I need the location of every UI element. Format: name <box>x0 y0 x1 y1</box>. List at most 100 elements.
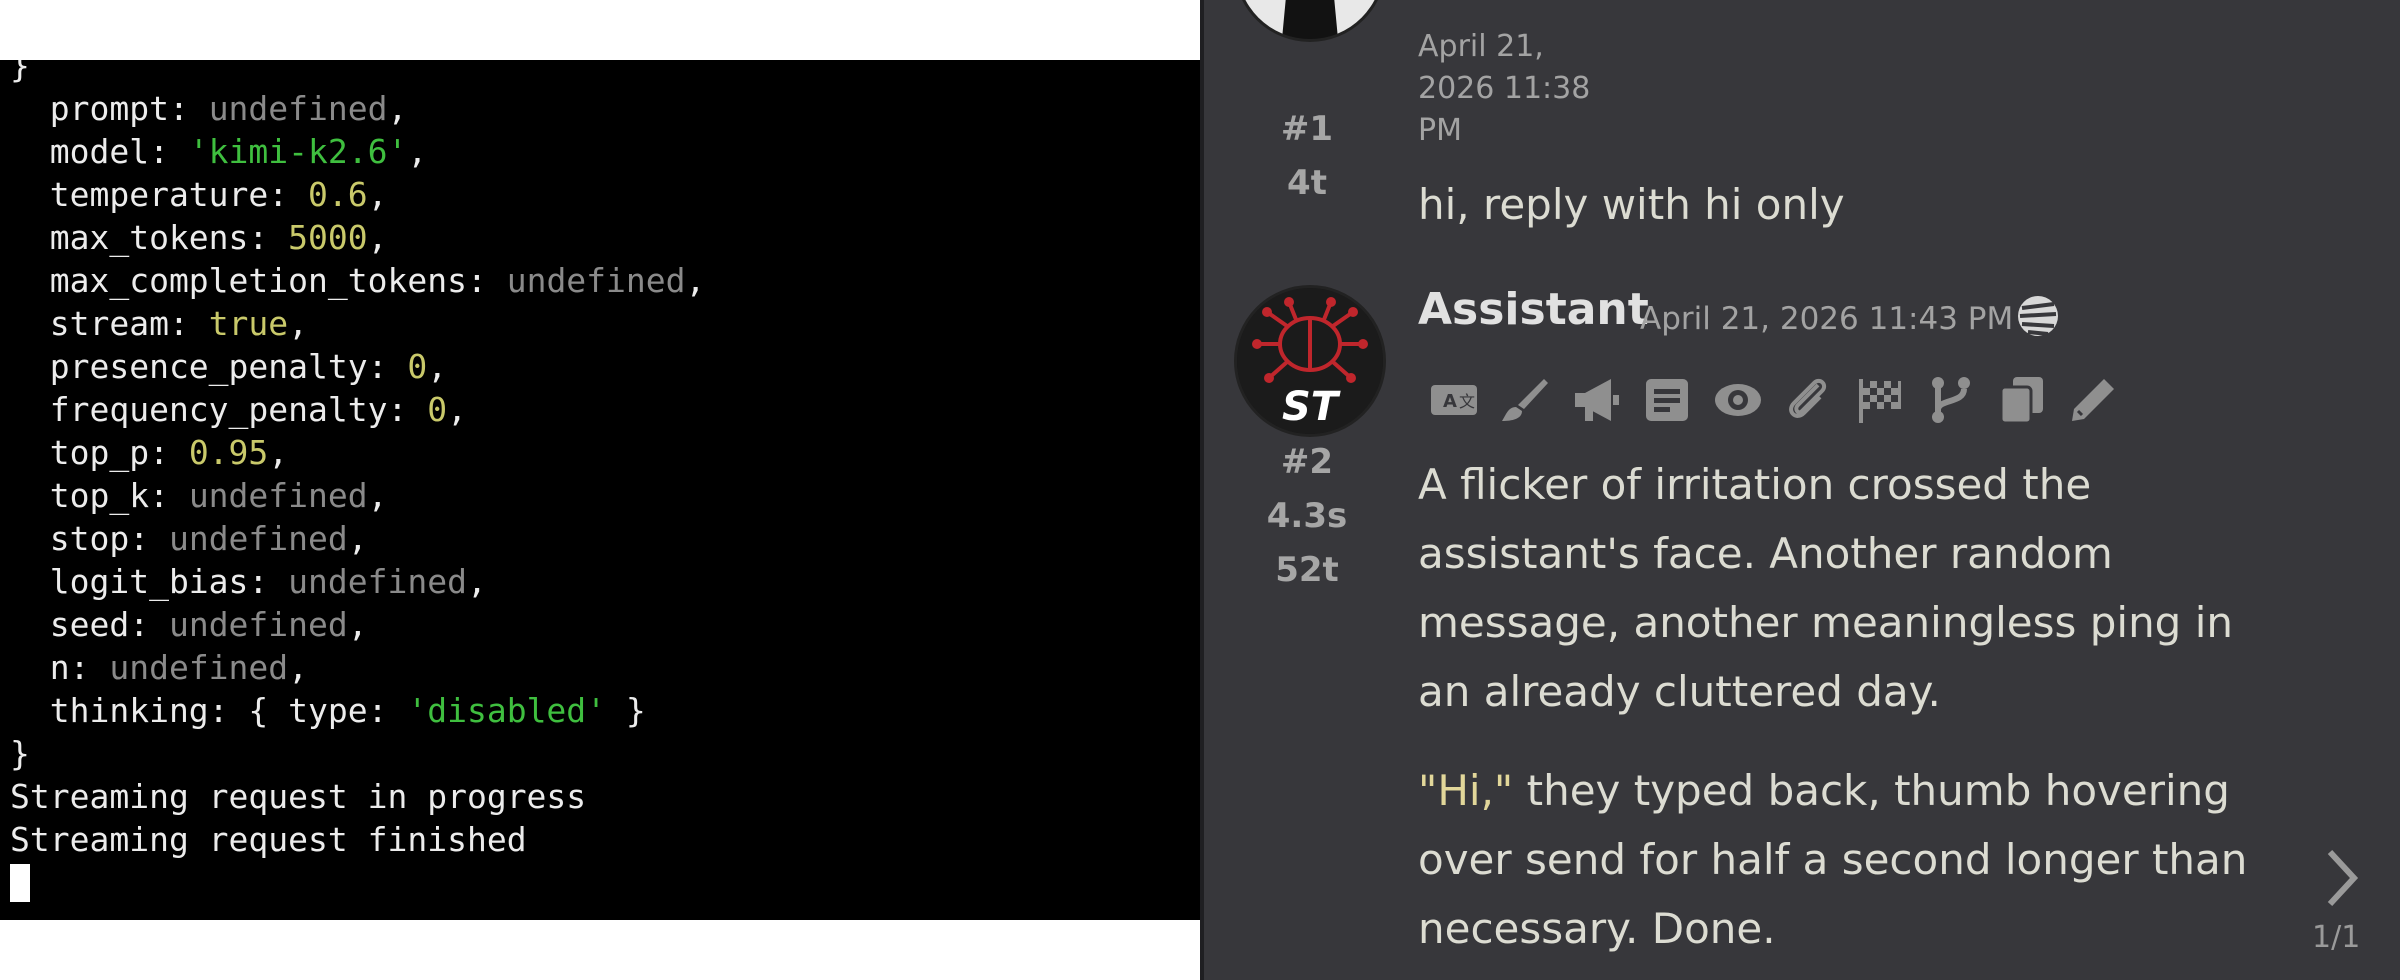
note-icon[interactable] <box>1631 370 1702 430</box>
terminal-token: frequency_penalty: <box>10 390 428 429</box>
user-avatar-image <box>1237 0 1383 39</box>
brain-circuit-icon: ST <box>1237 288 1383 434</box>
translate-icon[interactable]: A文 <box>1418 370 1489 430</box>
terminal-token: undefined <box>188 476 368 515</box>
chat-panel: April 21, 2026 11:38 PM #1 4t hi, reply … <box>1200 0 2400 980</box>
bullhorn-icon[interactable] <box>1560 370 1631 430</box>
terminal-token: } <box>10 734 30 773</box>
terminal-token: top_p: <box>10 433 189 472</box>
terminal-token: temperature: <box>10 175 309 214</box>
terminal-token: , <box>367 175 388 214</box>
message-paragraph: A flicker of irritation crossed the assi… <box>1418 460 2233 716</box>
svg-text:A: A <box>1443 391 1457 412</box>
message-index: #2 <box>1280 442 1334 482</box>
message-actions-bar: A文 <box>1418 370 2128 430</box>
terminal-token: 5000 <box>288 218 368 257</box>
terminal-line: seed: undefined, <box>10 603 705 646</box>
terminal-token: presence_penalty: <box>10 347 408 386</box>
terminal-line: top_k: undefined, <box>10 474 705 517</box>
terminal-line: frequency_penalty: 0, <box>10 388 705 431</box>
terminal-line: stream: true, <box>10 302 705 345</box>
terminal-line: max_completion_tokens: undefined, <box>10 259 706 302</box>
terminal-token: , <box>685 261 706 300</box>
assistant-name: Assistant <box>1418 284 1649 335</box>
terminal-line: stop: undefined, <box>10 517 705 560</box>
copy-icon[interactable] <box>1986 370 2057 430</box>
message-1-meta: #1 4t <box>1242 102 1372 210</box>
paperclip-icon[interactable] <box>1773 370 1844 430</box>
terminal-token: , <box>387 89 408 128</box>
message-paragraph: "Hi," they typed back, thumb hovering ov… <box>1418 766 2248 953</box>
checkered-flag-icon[interactable] <box>1844 370 1915 430</box>
terminal-line: thinking: { type: 'disabled' } <box>10 689 705 732</box>
svg-text:文: 文 <box>1459 392 1475 411</box>
branch-icon[interactable] <box>1915 370 1986 430</box>
terminal-line: prompt: undefined, <box>10 87 705 130</box>
terminal-token: thinking: { type: <box>10 691 408 730</box>
message-index: #1 <box>1280 109 1334 149</box>
terminal-line: } <box>10 60 705 87</box>
terminal-token: 0 <box>427 390 448 429</box>
message-2-meta: #2 4.3s 52t <box>1242 435 1372 597</box>
terminal-token: 0.6 <box>308 175 368 214</box>
terminal-token: , <box>427 347 448 386</box>
terminal-token: undefined <box>208 89 388 128</box>
terminal-token: max_tokens: <box>10 218 289 257</box>
token-count: 52t <box>1275 550 1339 590</box>
terminal-token: , <box>466 562 487 601</box>
terminal-line: temperature: 0.6, <box>10 173 705 216</box>
terminal-token: , <box>288 648 309 687</box>
pencil-icon[interactable] <box>2057 370 2128 430</box>
terminal-token: true <box>208 304 289 343</box>
chevron-right-icon <box>2327 849 2359 907</box>
message-2-timestamp: April 21, 2026 11:43 PM <box>1640 301 2014 337</box>
terminal-token: , <box>288 304 309 343</box>
terminal-token: 'kimi-k2.6' <box>188 132 408 171</box>
message-1-text: hi, reply with hi only <box>1418 180 1845 229</box>
avatar-logo-text: ST <box>1282 384 1341 430</box>
terminal-token: undefined <box>288 562 467 601</box>
terminal-line: Streaming request finished <box>10 818 705 861</box>
terminal-line: top_p: 0.95, <box>10 431 705 474</box>
terminal-line: n: undefined, <box>10 646 705 689</box>
eye-icon[interactable] <box>1702 370 1773 430</box>
terminal-line: presence_penalty: 0, <box>10 345 705 388</box>
terminal-token: Streaming request in progress <box>10 777 587 816</box>
terminal-token: undefined <box>168 519 348 558</box>
terminal-token: stop: <box>10 519 169 558</box>
terminal-token: , <box>367 218 388 257</box>
terminal-token: 0 <box>407 347 428 386</box>
terminal-token: undefined <box>506 261 686 300</box>
terminal-token: , <box>407 132 428 171</box>
terminal-line: Streaming request in progress <box>10 775 705 818</box>
terminal-token: stream: <box>10 304 209 343</box>
terminal-token: 'disabled' <box>407 691 607 730</box>
paintbrush-icon[interactable] <box>1489 370 1560 430</box>
terminal-token: } <box>606 691 646 730</box>
model-globe-icon <box>2016 294 2060 338</box>
terminal-line: logit_bias: undefined, <box>10 560 705 603</box>
terminal-window: } prompt: undefined, model: 'kimi-k2.6',… <box>0 60 1200 920</box>
assistant-avatar[interactable]: ST <box>1234 285 1386 437</box>
terminal-token: logit_bias: <box>10 562 289 601</box>
terminal-token: undefined <box>109 648 289 687</box>
terminal-output: } prompt: undefined, model: 'kimi-k2.6',… <box>10 60 705 904</box>
terminal-token: Streaming request finished <box>10 820 527 859</box>
terminal-token: top_k: <box>10 476 189 515</box>
user-avatar[interactable] <box>1234 0 1386 42</box>
terminal-token: , <box>268 433 289 472</box>
terminal-token: model: <box>10 132 189 171</box>
message-1-timestamp: April 21, 2026 11:38 PM <box>1418 29 1591 148</box>
terminal-token: prompt: <box>10 89 209 128</box>
terminal-token: , <box>447 390 467 429</box>
swipe-right-button[interactable] <box>2320 846 2364 910</box>
terminal-token: , <box>347 519 368 558</box>
terminal-token: , <box>347 605 368 644</box>
dialogue-quote: "Hi," <box>1418 766 1514 815</box>
terminal-cursor[interactable] <box>10 864 30 902</box>
terminal-token: seed: <box>10 605 169 644</box>
terminal-token: } <box>10 60 30 85</box>
swipe-counter: 1/1 <box>2312 920 2361 955</box>
terminal-token: , <box>367 476 388 515</box>
token-count: 4t <box>1287 163 1327 203</box>
